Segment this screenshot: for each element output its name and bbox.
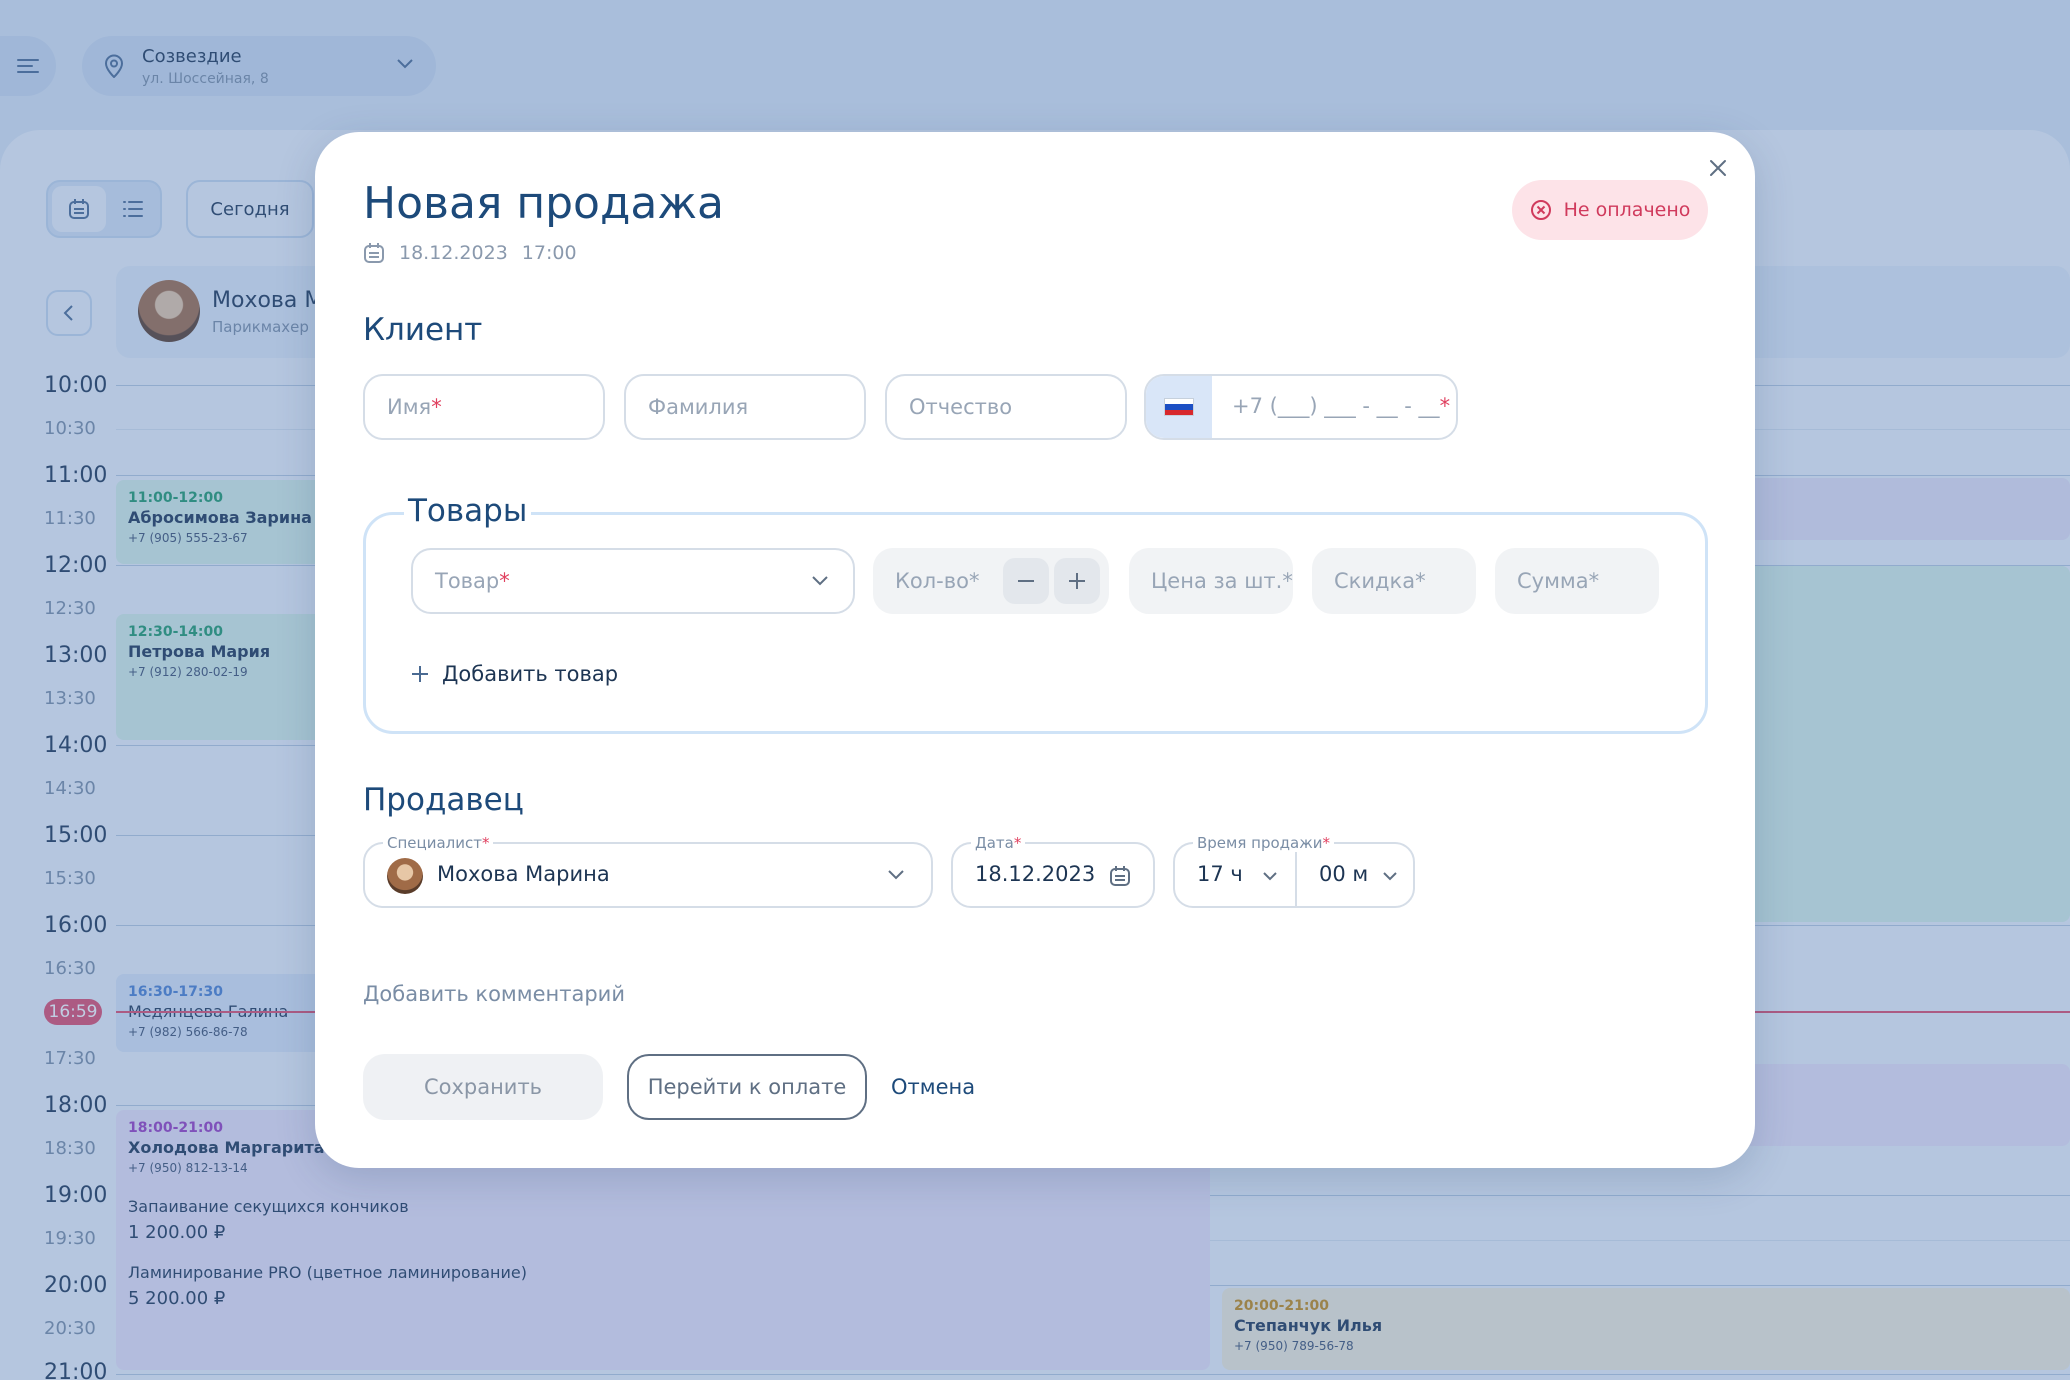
cancel-button[interactable]: Отмена: [891, 1054, 975, 1120]
date-label: Дата*: [971, 834, 1026, 852]
quantity-decrease-button[interactable]: [1003, 558, 1049, 604]
close-icon: [1710, 160, 1726, 176]
calendar-icon: [1110, 866, 1130, 886]
save-button[interactable]: Сохранить: [363, 1054, 603, 1120]
sale-datetime: 18.12.2023 17:00: [363, 242, 577, 264]
plus-icon: [1069, 573, 1085, 589]
phone-placeholder: +7 (___) ___ - __ - __: [1232, 394, 1440, 418]
date-value: 18.12.2023: [975, 862, 1096, 886]
last-name-placeholder: Фамилия: [648, 395, 749, 419]
discount-field[interactable]: Скидка*: [1312, 548, 1476, 614]
add-product-button[interactable]: Добавить товар: [412, 662, 618, 686]
country-selector[interactable]: [1146, 376, 1212, 438]
status-label: Не оплачено: [1563, 199, 1691, 221]
avatar: [387, 858, 423, 894]
calendar-icon: [364, 243, 384, 263]
required-mark: *: [1013, 834, 1022, 852]
plus-icon: [412, 666, 428, 682]
modal-title: Новая продажа: [363, 178, 724, 229]
phone-field[interactable]: +7 (___) ___ - __ - __*: [1144, 374, 1458, 440]
discount-placeholder: Скидка*: [1334, 569, 1426, 593]
required-mark: *: [1322, 834, 1330, 852]
specialist-value: Мохова Марина: [437, 862, 610, 886]
required-mark: *: [431, 395, 442, 419]
minus-icon: [1018, 580, 1034, 582]
sum-field[interactable]: Сумма*: [1495, 548, 1659, 614]
client-section-title: Клиент: [363, 312, 483, 348]
close-button[interactable]: [1690, 153, 1746, 183]
middle-name-field[interactable]: Отчество: [885, 374, 1127, 440]
sum-placeholder: Сумма*: [1517, 569, 1600, 593]
required-mark: *: [499, 569, 510, 593]
minute-select[interactable]: 00 м: [1297, 844, 1413, 906]
sale-time: 17:00: [521, 242, 577, 264]
close-circle-icon: [1530, 200, 1551, 220]
hour-value: 17 ч: [1197, 862, 1243, 886]
payment-status-badge: Не оплачено: [1512, 180, 1708, 240]
sale-time-label: Время продажи*: [1193, 834, 1334, 852]
russia-flag-icon: [1164, 398, 1194, 416]
quantity-increase-button[interactable]: [1054, 558, 1100, 604]
required-mark: *: [481, 834, 490, 852]
first-name-placeholder: Имя: [387, 395, 432, 419]
unit-price-placeholder: Цена за шт.*: [1151, 569, 1293, 593]
unit-price-field[interactable]: Цена за шт.*: [1129, 548, 1293, 614]
chevron-down-icon: [1383, 872, 1397, 881]
goods-fieldset: [363, 512, 1708, 734]
add-product-label: Добавить товар: [442, 662, 619, 686]
sale-time-label-text: Время продажи: [1197, 834, 1323, 852]
required-mark: *: [1439, 394, 1451, 418]
sale-date: 18.12.2023: [399, 242, 508, 264]
go-to-payment-button[interactable]: Перейти к оплате: [627, 1054, 867, 1120]
quantity-placeholder: Кол-во*: [895, 569, 980, 593]
date-label-text: Дата: [975, 834, 1014, 852]
product-placeholder: Товар: [435, 569, 500, 593]
first-name-field[interactable]: Имя *: [363, 374, 605, 440]
last-name-field[interactable]: Фамилия: [624, 374, 866, 440]
goods-section-title: Товары: [404, 493, 532, 529]
chevron-down-icon: [812, 576, 828, 586]
specialist-label-text: Специалист: [387, 834, 482, 852]
middle-name-placeholder: Отчество: [909, 395, 1013, 419]
seller-section-title: Продавец: [363, 782, 524, 818]
add-comment-link[interactable]: Добавить комментарий: [363, 982, 625, 1006]
chevron-down-icon: [1263, 872, 1277, 881]
chevron-down-icon: [888, 870, 904, 880]
minute-value: 00 м: [1319, 862, 1369, 886]
specialist-label: Специалист*: [383, 834, 494, 852]
hour-select[interactable]: 17 ч: [1175, 844, 1295, 906]
product-select[interactable]: Товар *: [411, 548, 855, 614]
